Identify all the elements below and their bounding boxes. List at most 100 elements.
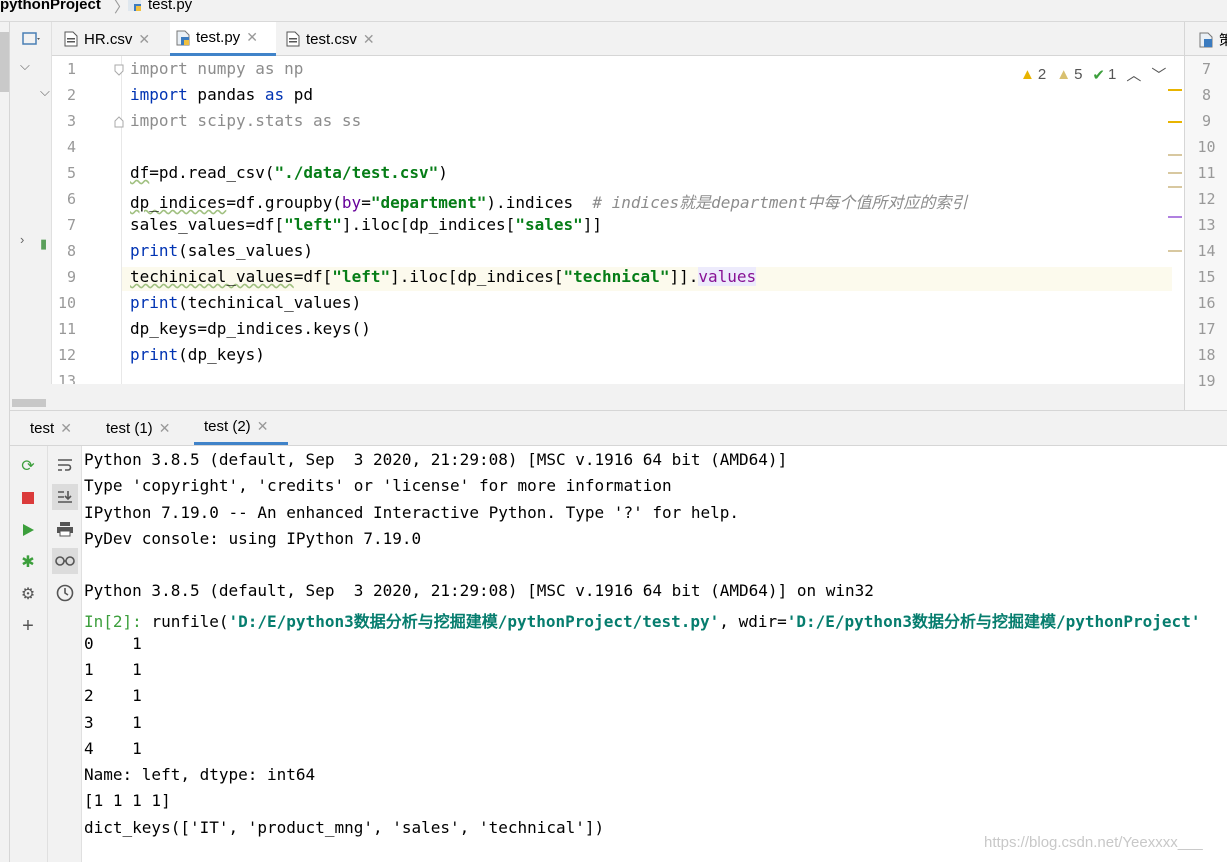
add-icon[interactable]: + xyxy=(18,615,38,637)
stop-icon[interactable] xyxy=(18,488,38,508)
line-number: 16 xyxy=(1197,294,1216,312)
chevron-down-icon[interactable]: ⌵ xyxy=(20,58,30,74)
breadcrumb-separator: 〉 xyxy=(114,0,130,16)
line-number: 13 xyxy=(57,372,76,384)
code-token: "./data/test.csv" xyxy=(274,163,439,182)
csv-file-icon xyxy=(64,31,78,47)
tab-label: test (1) xyxy=(106,419,153,437)
weak-warning-marker[interactable] xyxy=(1168,154,1182,156)
debug-icon[interactable]: ✱ xyxy=(18,552,38,572)
code-token: ]] xyxy=(582,215,603,234)
console-line: PyDev console: using IPython 7.19.0 xyxy=(84,529,422,548)
code-line[interactable]: print(techinical_values) xyxy=(130,293,361,312)
gear-icon[interactable]: ⚙ xyxy=(18,584,38,604)
code-line[interactable]: sales_values=df["left"].iloc[dp_indices[… xyxy=(130,215,602,234)
code-editor[interactable]: 1 2 3 4 5 6 7 8 9 10 11 12 13 import num… xyxy=(52,56,1184,384)
weak-warning-marker[interactable] xyxy=(1168,172,1182,174)
editor-tab-bar: HR.csv ✕ test.py ✕ test.csv ✕ xyxy=(52,22,1184,56)
warning-icon: ▲ xyxy=(1020,66,1035,83)
code-line[interactable]: print(sales_values) xyxy=(130,241,313,260)
chevron-down-icon[interactable]: ⌵ xyxy=(40,84,50,100)
close-icon[interactable]: ✕ xyxy=(159,420,171,437)
fold-icon[interactable] xyxy=(114,116,124,128)
console-line: Python 3.8.5 (default, Sep 3 2020, 21:29… xyxy=(84,450,788,469)
next-highlight-icon[interactable]: ﹀ xyxy=(1151,64,1166,85)
close-icon[interactable]: ✕ xyxy=(60,420,72,437)
scroll-to-end-icon[interactable] xyxy=(52,484,78,510)
console-line: Python 3.8.5 (default, Sep 3 2020, 21:29… xyxy=(84,581,874,600)
tab-test-py[interactable]: test.py ✕ xyxy=(170,22,276,56)
soft-wrap-icon[interactable] xyxy=(52,452,78,478)
code-token: ].iloc[dp_indices[ xyxy=(390,267,564,286)
code-line[interactable]: df=pd.read_csv("./data/test.csv") xyxy=(130,163,448,182)
code-token: ).indices xyxy=(486,193,593,212)
typo-marker[interactable] xyxy=(1168,216,1182,218)
scrollbar-thumb[interactable] xyxy=(12,399,46,407)
typos-indicator[interactable]: ✔ 1 xyxy=(1092,66,1116,84)
warnings-indicator[interactable]: ▲ 2 xyxy=(1020,66,1046,83)
code-line[interactable]: print(dp_keys) xyxy=(130,345,265,364)
line-number: 12 xyxy=(57,346,76,364)
code-token: "technical" xyxy=(563,267,670,286)
code-token: import xyxy=(130,111,188,130)
python-file-icon xyxy=(176,30,190,45)
line-number: 10 xyxy=(1197,138,1216,156)
code-line[interactable]: import scipy.stats as ss xyxy=(130,111,361,130)
weak-warning-marker[interactable] xyxy=(1168,186,1182,188)
code-token: "left" xyxy=(284,215,342,234)
breadcrumb-project[interactable]: pythonProject xyxy=(0,0,101,13)
project-tool-tab[interactable] xyxy=(0,32,9,92)
module-icon: ▮ xyxy=(40,236,48,251)
console-tab-bar: test ✕ test (1) ✕ test (2) ✕ xyxy=(10,410,1227,446)
chevron-right-icon[interactable]: › xyxy=(20,232,24,247)
inspections-widget[interactable]: ▲ 2 ▲ 5 ✔ 1 ︿ ﹀ xyxy=(1020,64,1166,85)
python-console-output[interactable]: Python 3.8.5 (default, Sep 3 2020, 21:29… xyxy=(82,446,1227,862)
code-token: sales_values=df[ xyxy=(130,215,285,234)
console-path: 'D:/E/python3数据分析与挖掘建模/pythonProject/tes… xyxy=(228,612,720,631)
code-token: values xyxy=(698,267,757,286)
code-token: =pd.read_csv( xyxy=(149,163,275,182)
line-number: 1 xyxy=(66,60,76,78)
code-token: as xyxy=(255,59,275,78)
tab-label: HR.csv xyxy=(84,30,133,48)
code-token: import xyxy=(130,85,188,104)
tab-console-test[interactable]: test ✕ xyxy=(30,411,72,445)
csv-file-icon xyxy=(286,31,300,47)
tab-test-csv[interactable]: test.csv ✕ xyxy=(286,22,386,56)
warning-marker[interactable] xyxy=(1168,89,1182,91)
close-icon[interactable]: ✕ xyxy=(257,418,269,435)
close-icon[interactable]: ✕ xyxy=(138,31,150,48)
right-panel-tab[interactable]: 策 xyxy=(1184,22,1227,56)
previous-highlight-icon[interactable]: ︿ xyxy=(1126,64,1141,85)
watermark: https://blog.csdn.net/Yeexxxx___ xyxy=(984,834,1203,851)
editor-horizontal-scrollbar[interactable] xyxy=(10,384,1184,410)
code-line[interactable]: import numpy as np xyxy=(130,59,303,78)
rerun-icon[interactable]: ⟳ xyxy=(18,456,38,476)
show-variables-icon[interactable] xyxy=(52,548,78,574)
history-icon[interactable] xyxy=(52,580,78,606)
code-token: numpy xyxy=(187,59,256,78)
tab-console-test-2[interactable]: test (2) ✕ xyxy=(194,411,288,445)
tab-console-test-1[interactable]: test (1) ✕ xyxy=(106,411,170,445)
close-icon[interactable]: ✕ xyxy=(246,29,258,46)
console-line: Type 'copyright', 'credits' or 'license'… xyxy=(84,476,672,495)
code-line[interactable]: dp_keys=dp_indices.keys() xyxy=(130,319,371,338)
close-icon[interactable]: ✕ xyxy=(363,31,375,48)
code-token: (dp_keys) xyxy=(178,345,265,364)
warning-marker[interactable] xyxy=(1168,121,1182,123)
code-line[interactable]: dp_indices=df.groupby(by="department").i… xyxy=(130,189,967,213)
window-menu-icon[interactable] xyxy=(22,32,42,46)
code-line[interactable]: techinical_values=df["left"].iloc[dp_ind… xyxy=(130,267,757,286)
weak-warnings-indicator[interactable]: ▲ 5 xyxy=(1056,66,1082,83)
code-comment: # indices就是department中每个值所对应的索引 xyxy=(592,193,968,212)
code-token: print xyxy=(130,241,179,260)
console-line: 0 1 xyxy=(84,634,142,653)
weak-warning-marker[interactable] xyxy=(1168,250,1182,252)
fold-icon[interactable] xyxy=(114,64,124,76)
code-line[interactable]: import pandas as pd xyxy=(130,85,313,104)
print-icon[interactable] xyxy=(52,516,78,542)
code-token: pd xyxy=(284,85,314,104)
tab-hr-csv[interactable]: HR.csv ✕ xyxy=(64,22,160,56)
breadcrumb-file[interactable]: test.py xyxy=(148,0,192,13)
run-icon[interactable] xyxy=(18,520,38,540)
